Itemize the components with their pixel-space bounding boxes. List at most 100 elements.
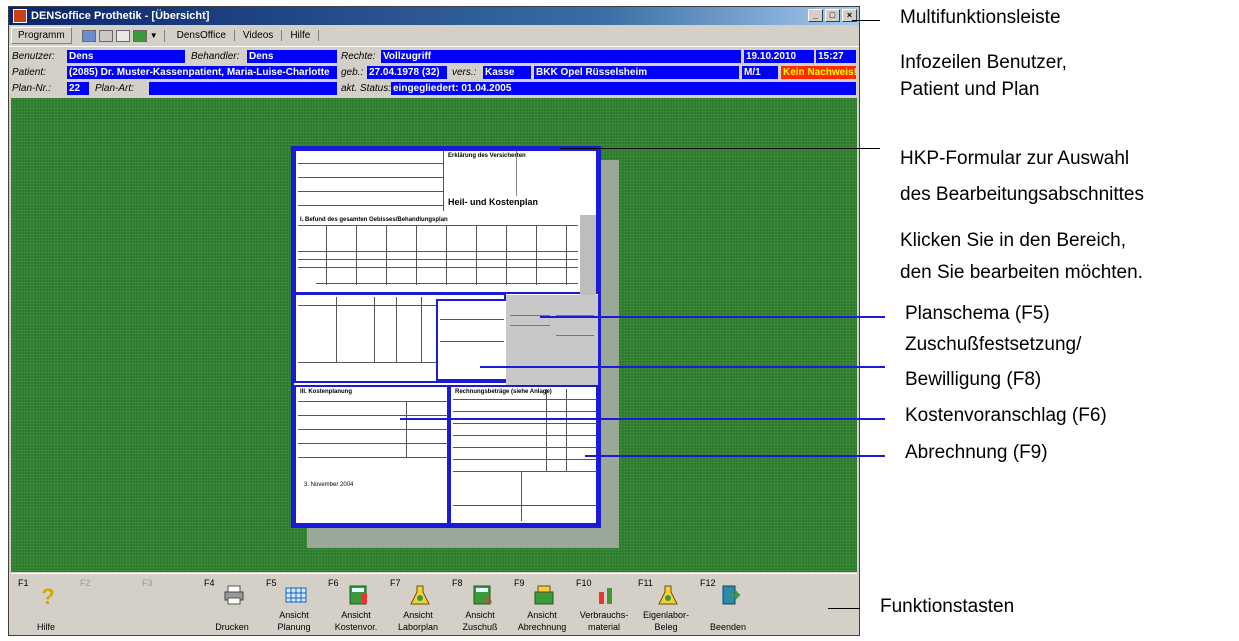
annotation-planschema: Planschema (F5)	[905, 303, 1050, 324]
annotation-multifunktion: Multifunktionsleiste	[900, 7, 1061, 28]
behandler-label: Behandler:	[191, 50, 240, 62]
form-rechnung-label: Rechnungsbeträge (siehe Anlage)	[455, 389, 552, 395]
document-icon[interactable]	[115, 29, 130, 42]
vers-label: vers.:	[452, 66, 477, 78]
calculator-icon	[347, 584, 369, 606]
connector-kostenvor	[400, 418, 885, 420]
svg-text:%: %	[483, 596, 492, 606]
form-date-text: 3. November 2004	[304, 482, 354, 488]
kasse-value: BKK Opel Rüsselsheim	[534, 65, 739, 79]
cash-register-icon	[533, 584, 555, 606]
rechte-label: Rechte:	[341, 50, 376, 62]
nachweis-warning: Kein Nachweis!	[781, 65, 856, 79]
geb-value: 27.04.1978 (32)	[367, 65, 447, 79]
form-kosten-label: III. Kostenplanung	[300, 389, 352, 395]
fkey-f3: F3	[142, 578, 153, 588]
behandler-value: Dens	[247, 49, 337, 63]
form-befund-label: I. Befund des gesamten Gebisses/Behandlu…	[300, 217, 448, 223]
annotation-infozeilen-2: Patient und Plan	[900, 79, 1040, 100]
grid-icon	[285, 584, 307, 606]
dropdown-arrow-icon[interactable]: ▼	[150, 31, 158, 40]
app-logo-icon	[13, 9, 27, 23]
fkey-f10-verbrauchsmaterial[interactable]: F10 Verbrauchs- material	[573, 576, 635, 634]
annotation-hkp-2: des Bearbeitungsabschnittes	[900, 184, 1144, 205]
windows-icon[interactable]	[132, 29, 147, 42]
fkey-f11-eigenlabor-beleg[interactable]: F11 Eigenlabor- Beleg	[635, 576, 697, 634]
annotation-infozeilen-1: Infozeilen Benutzer,	[900, 52, 1067, 73]
workspace: Erklärung des Versicherten Heil- und Kos…	[11, 98, 857, 572]
app-window: DENSoffice Prothetik - [Übersicht] _ □ ×…	[8, 6, 860, 636]
form-heading-hkp: Heil- und Kostenplan	[448, 197, 538, 207]
material-icon	[595, 584, 617, 606]
annotation-hkp-1: HKP-Formular zur Auswahl	[900, 148, 1130, 169]
akt-status-value: eingegliedert: 01.04.2005	[391, 81, 856, 95]
plan-art-value	[149, 81, 337, 95]
help-icon: ?	[41, 584, 55, 609]
connector-hkp	[560, 148, 880, 149]
connector-multifunktion	[852, 20, 880, 21]
annotation-zuschuss-2: Bewilligung (F8)	[905, 369, 1042, 390]
annotation-kostenvor: Kostenvoranschlag (F6)	[905, 405, 1107, 426]
info-row-user: Benutzer: Dens Behandler: Dens Rechte: V…	[9, 48, 859, 64]
fkey-f6-ansicht-kostenvor[interactable]: F6 Ansicht Kostenvor.	[325, 576, 387, 634]
form-section-planschema[interactable]: Erklärung des Versicherten Heil- und Kos…	[294, 149, 598, 295]
fkey-f8-ansicht-zuschuss[interactable]: F8 % Ansicht Zuschuß	[449, 576, 511, 634]
card-icon[interactable]	[81, 29, 96, 42]
hkp-form[interactable]: Erklärung des Versicherten Heil- und Kos…	[291, 146, 601, 528]
maximize-button[interactable]: □	[825, 9, 840, 22]
connector-planschema	[540, 316, 885, 318]
date-value: 19.10.2010	[744, 49, 814, 63]
fkey-f4-drucken[interactable]: F4 Drucken	[201, 576, 263, 634]
menu-bar: Programm ▼ DensOffice Videos Hilfe	[9, 25, 859, 47]
plan-art-label: Plan-Art:	[95, 82, 134, 94]
lab-icon	[657, 584, 679, 606]
menu-programm[interactable]: Programm	[11, 27, 72, 44]
geb-label: geb.:	[341, 66, 364, 78]
info-row-patient: Patient: (2085) Dr. Muster-Kassenpatient…	[9, 64, 859, 80]
patient-label: Patient:	[12, 66, 46, 78]
benutzer-value: Dens	[67, 49, 185, 63]
annotation-zuschuss-1: Zuschußfestsetzung/	[905, 334, 1082, 355]
form-section-kostenvoranschlag[interactable]: III. Kostenplanung 3. November 2004	[294, 385, 449, 525]
form-heading-erklaerung: Erklärung des Versicherten	[448, 153, 526, 159]
connector-abrechnung	[585, 455, 885, 457]
info-row-plan: Plan-Nr.: 22 Plan-Art: akt. Status: eing…	[9, 80, 859, 96]
annotation-funktion: Funktionstasten	[880, 596, 1015, 617]
fkey-f2: F2	[80, 578, 91, 588]
rechte-value: Vollzugriff	[381, 49, 741, 63]
fkey-f5-ansicht-planung[interactable]: F5 Ansicht Planung	[263, 576, 325, 634]
tools-icon[interactable]	[98, 29, 113, 42]
window-title: DENSoffice Prothetik - [Übersicht]	[31, 10, 210, 22]
annotation-abrechnung: Abrechnung (F9)	[905, 442, 1048, 463]
menu-videos[interactable]: Videos	[235, 30, 283, 41]
menu-densoffice[interactable]: DensOffice	[169, 30, 235, 41]
form-section-bewilligung[interactable]	[436, 299, 508, 381]
fkey-f1-hilfe[interactable]: F1 ? Hilfe	[15, 576, 77, 634]
annotation-klicken-1: Klicken Sie in den Bereich,	[900, 230, 1127, 251]
plan-nr-value: 22	[67, 81, 89, 95]
form-section-abrechnung[interactable]: Rechnungsbeträge (siehe Anlage)	[449, 385, 598, 525]
fkey-f9-ansicht-abrechnung[interactable]: F9 Ansicht Abrechnung	[511, 576, 573, 634]
fkey-f12-beenden[interactable]: F12 Beenden	[697, 576, 759, 634]
form-info-area	[506, 295, 598, 385]
exit-door-icon	[719, 584, 741, 606]
function-key-bar: F1 ? Hilfe F2 F3 F4 Drucken F5 Ansicht P…	[11, 573, 857, 635]
status-code-value: M/1	[742, 65, 778, 79]
form-section-zuschuss[interactable]	[294, 293, 508, 383]
menu-hilfe[interactable]: Hilfe	[282, 30, 320, 41]
minimize-button[interactable]: _	[808, 9, 823, 22]
plan-nr-label: Plan-Nr.:	[12, 82, 52, 94]
connector-funktion	[828, 608, 860, 609]
lab-icon	[409, 584, 431, 606]
akt-status-label: akt. Status:	[341, 82, 392, 94]
time-value: 15:27	[816, 49, 856, 63]
calculator-percent-icon: %	[471, 584, 493, 607]
title-bar: DENSoffice Prothetik - [Übersicht] _ □ ×	[9, 7, 859, 25]
printer-icon	[223, 584, 245, 606]
connector-zuschuss	[480, 366, 885, 368]
benutzer-label: Benutzer:	[12, 50, 55, 62]
vers-value: Kasse	[483, 65, 531, 79]
annotation-klicken-2: den Sie bearbeiten möchten.	[900, 262, 1143, 283]
fkey-f7-ansicht-laborplan[interactable]: F7 Ansicht Laborplan	[387, 576, 449, 634]
patient-value[interactable]: (2085) Dr. Muster-Kassenpatient, Maria-L…	[67, 65, 337, 79]
